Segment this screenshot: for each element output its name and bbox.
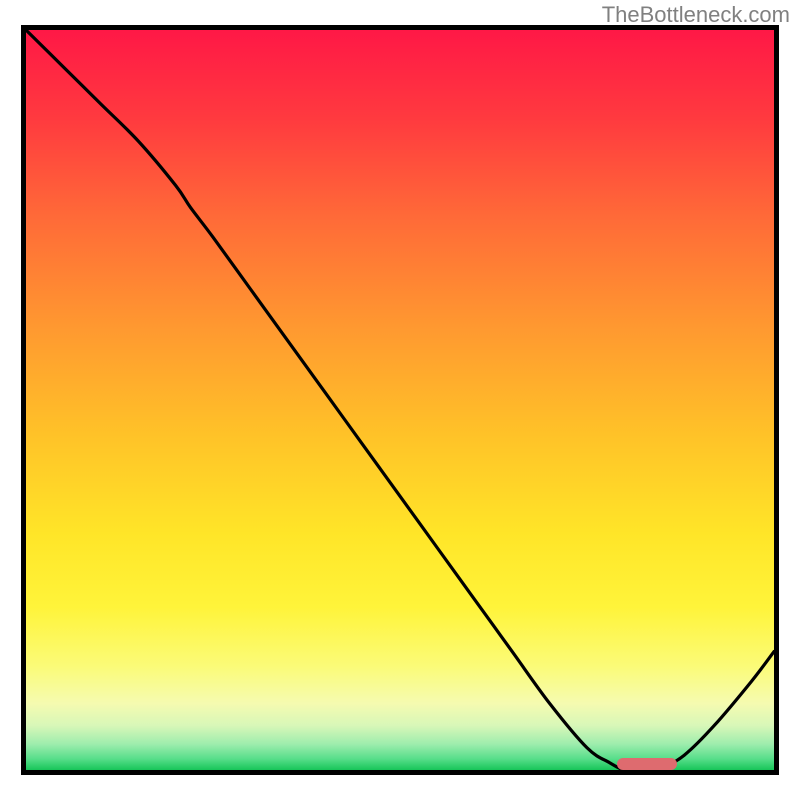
curve-layer [26, 30, 774, 770]
chart-root: TheBottleneck.com [0, 0, 800, 800]
plot-area [21, 25, 779, 775]
optimal-range-marker [617, 758, 677, 770]
watermark-label: TheBottleneck.com [602, 2, 790, 28]
bottleneck-curve [26, 30, 774, 770]
